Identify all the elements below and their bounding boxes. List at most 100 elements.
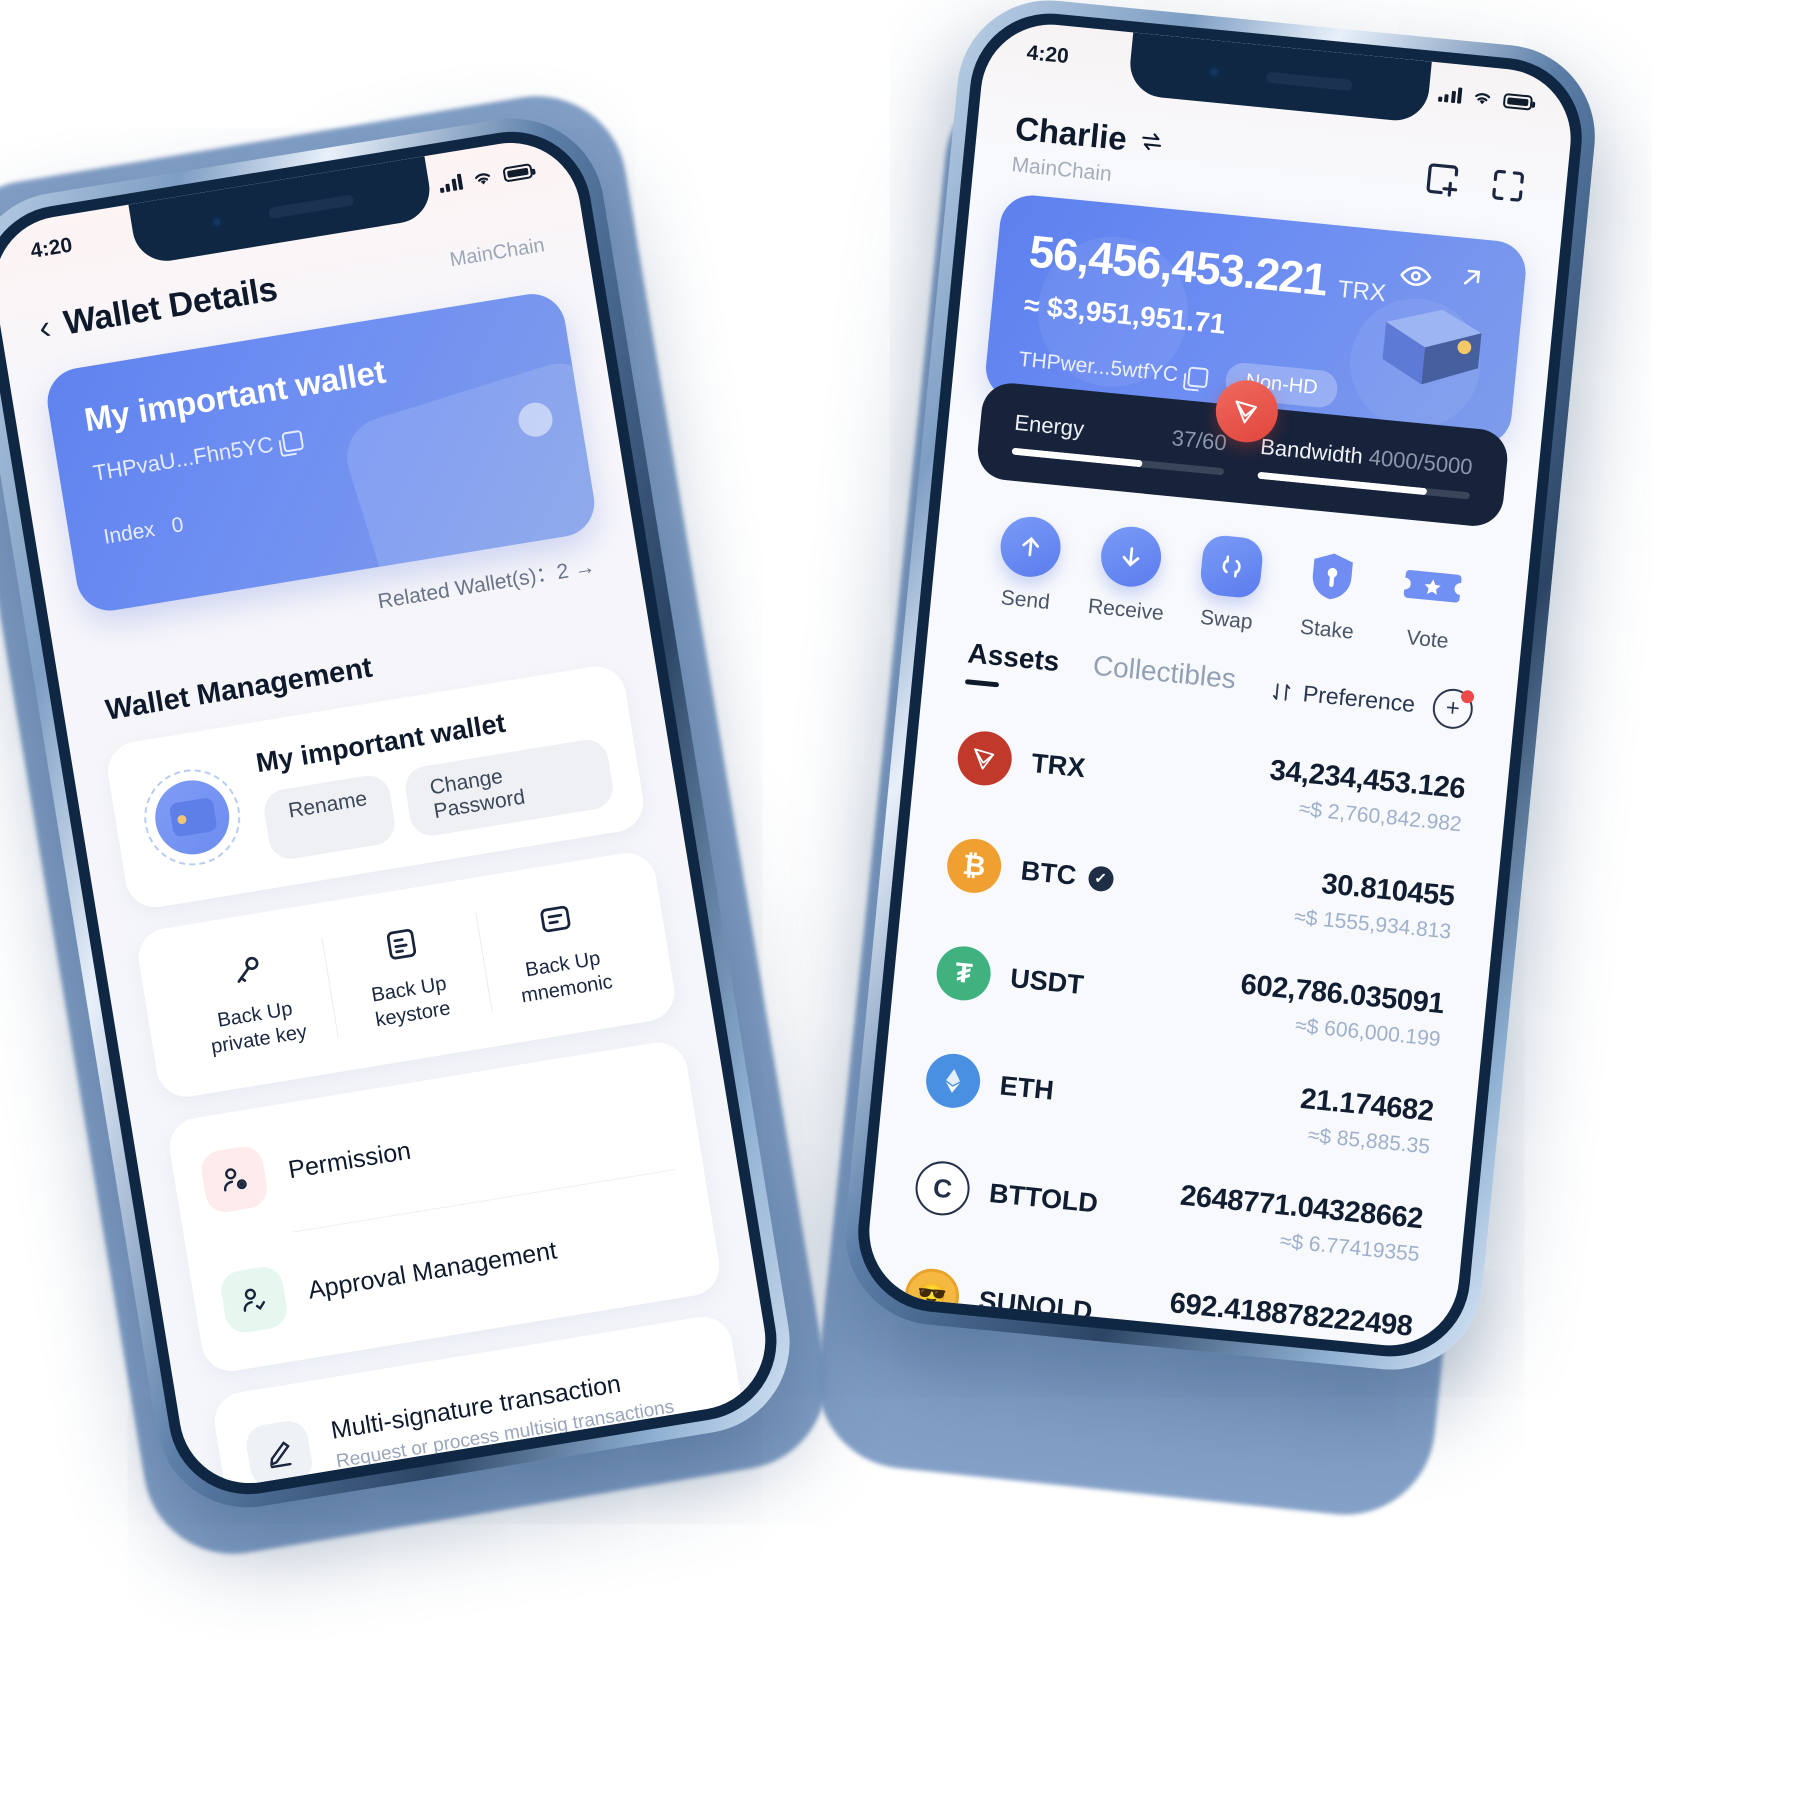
right-phone-screen: 4:20 Charlie MainChain 56,456,453.221 TR…: [862, 18, 1578, 1352]
resource-energy-top: Energy 37/60: [1013, 409, 1227, 457]
chevron-left-icon[interactable]: ‹: [36, 308, 53, 347]
status-time: 4:20: [28, 233, 75, 263]
sort-arrows-icon: [1273, 682, 1291, 701]
backup-keystore-button[interactable]: Back Up keystore: [320, 904, 493, 1046]
asset-left: ₮ USDT: [934, 943, 1086, 1012]
sunold-coin-icon: 😎: [902, 1266, 962, 1326]
chain-label: MainChain: [448, 234, 547, 272]
cellular-signal-icon: [1437, 86, 1463, 104]
right-phone-bezel: 4:20 Charlie MainChain 56,456,453.221 TR…: [850, 6, 1590, 1364]
asset-symbol: TRX: [1030, 747, 1087, 783]
left-nav-left: ‹ Wallet Details: [36, 270, 280, 347]
screenshot-stage: 4:20 ‹ Wallet Details MainChain My impor…: [0, 0, 1800, 1800]
bttold-coin-icon: C: [913, 1158, 973, 1218]
menu-label-permission: Permission: [286, 1136, 413, 1184]
account-name: Charlie: [1013, 109, 1129, 158]
wifi-icon: [1475, 93, 1491, 105]
add-token-icon[interactable]: +: [1430, 686, 1475, 731]
wallet-index-value: 0: [169, 513, 186, 538]
backup-private-key-button[interactable]: Back Up private key: [166, 929, 339, 1071]
key-icon: [171, 936, 324, 1003]
keystore-icon: [325, 911, 478, 978]
right-phone-device: 4:20 Charlie MainChain 56,456,453.221 TR…: [836, 0, 1604, 1379]
pencil-icon: [243, 1418, 315, 1490]
btc-coin-icon: ₿: [944, 836, 1004, 896]
asset-right: 34,234,453.126 ≈$ 2,760,842.982: [1265, 754, 1466, 837]
add-wallet-icon[interactable]: [1421, 157, 1465, 201]
asset-usd: ≈$ 85,885.35: [1306, 1123, 1432, 1159]
scan-qr-icon[interactable]: [1486, 164, 1530, 208]
asset-amount: 692.418878222498: [1168, 1287, 1414, 1343]
permission-approval-card: Permission Approval Management: [165, 1038, 724, 1376]
asset-right: 21.174682 ≈$ 85,885.35: [1296, 1083, 1435, 1160]
status-indicators: [437, 161, 534, 194]
asset-symbol: ETH: [998, 1070, 1056, 1106]
mnemonic-icon: [479, 885, 632, 952]
change-password-button[interactable]: Change Password: [402, 736, 616, 839]
status-time: 4:20: [1025, 41, 1070, 69]
header-icon-group: [1421, 157, 1530, 207]
asset-left: C BTTOLD: [913, 1158, 1100, 1231]
asset-left: TRX: [955, 728, 1088, 795]
copy-icon[interactable]: [281, 429, 305, 453]
preference-button[interactable]: Preference: [1270, 677, 1416, 718]
action-swap[interactable]: Swap: [1175, 532, 1284, 637]
account-address[interactable]: THPwer...5wtfYC: [1018, 347, 1209, 389]
backup-private-key-label: Back Up private key: [209, 997, 309, 1059]
status-indicators: [1437, 85, 1534, 112]
eth-coin-icon: [923, 1051, 983, 1111]
backup-mnemonic-label: Back Up mnemonic: [519, 947, 615, 1008]
page-title: Wallet Details: [61, 270, 280, 343]
asset-symbol: BTC: [1019, 855, 1078, 891]
asset-right: 30.810455 ≈$ 1555,934.813: [1293, 866, 1456, 945]
resource-energy: Energy 37/60: [1011, 409, 1228, 476]
wallet-avatar-icon: [137, 761, 248, 873]
asset-symbol: BTTOLD: [987, 1177, 1100, 1218]
action-stake[interactable]: Stake: [1276, 542, 1385, 647]
asset-left: ₿ BTC ✓: [944, 836, 1116, 906]
resource-bandwidth-value: 4000/5000: [1367, 444, 1474, 480]
tab-collectibles[interactable]: Collectibles: [1092, 650, 1238, 696]
action-receive[interactable]: Receive: [1075, 522, 1184, 627]
asset-symbol: USDT: [1008, 962, 1086, 1000]
swap-icon: [1198, 533, 1265, 600]
backup-mnemonic-button[interactable]: Back Up mnemonic: [474, 879, 647, 1021]
asset-right: 692.418878222498 ≈$ 13.5483871: [1165, 1287, 1414, 1352]
shield-key-icon: [1299, 544, 1365, 610]
balance-symbol: TRX: [1336, 275, 1388, 308]
copy-icon[interactable]: [1186, 365, 1209, 388]
battery-icon: [502, 162, 534, 183]
backup-keystore-label: Back Up keystore: [369, 972, 453, 1032]
wallet-manage-row: My important wallet Rename Change Passwo…: [136, 692, 616, 881]
resource-energy-label: Energy: [1013, 409, 1086, 442]
account-block[interactable]: Charlie MainChain: [1011, 109, 1167, 191]
asset-amount: 21.174682: [1298, 1082, 1435, 1128]
action-vote[interactable]: Vote: [1376, 552, 1485, 657]
asset-right: 2648771.04328662 ≈$ 6.77419355: [1176, 1180, 1425, 1267]
menu-label-approval-management: Approval Management: [305, 1235, 559, 1305]
wifi-icon: [475, 173, 491, 185]
battery-icon: [1502, 92, 1534, 111]
cellular-signal-icon: [438, 173, 464, 194]
resource-bandwidth: Bandwidth 4000/5000: [1257, 434, 1474, 500]
arrow-up-right-icon[interactable]: [1456, 261, 1489, 294]
wallet-address: THPvaU...Fhn5YC: [91, 431, 276, 486]
arrow-up-icon: [997, 514, 1064, 580]
asset-left: ETH: [923, 1051, 1057, 1117]
resource-bandwidth-top: Bandwidth 4000/5000: [1259, 434, 1474, 481]
action-send[interactable]: Send: [974, 512, 1083, 617]
asset-list[interactable]: TRX 34,234,453.126 ≈$ 2,760,842.982 ₿ BT…: [863, 680, 1512, 1352]
wallet-manage-texts: My important wallet Rename Change Passwo…: [254, 692, 616, 863]
account-switcher[interactable]: Charlie: [1013, 109, 1166, 161]
asset-right: 602,786.035091 ≈$ 606,000.199: [1236, 969, 1445, 1053]
rename-button[interactable]: Rename: [261, 772, 399, 863]
asset-symbol: SUNOLD: [977, 1284, 1094, 1326]
permission-user-icon: [198, 1143, 270, 1215]
preference-label: Preference: [1301, 680, 1417, 718]
wallet-index-label: Index: [101, 517, 157, 549]
trx-coin-icon: [955, 728, 1015, 788]
eye-icon[interactable]: [1397, 258, 1434, 295]
switch-arrows-icon[interactable]: [1137, 128, 1165, 156]
verified-badge-icon: ✓: [1086, 864, 1115, 892]
vote-ticket-icon: [1400, 553, 1466, 619]
